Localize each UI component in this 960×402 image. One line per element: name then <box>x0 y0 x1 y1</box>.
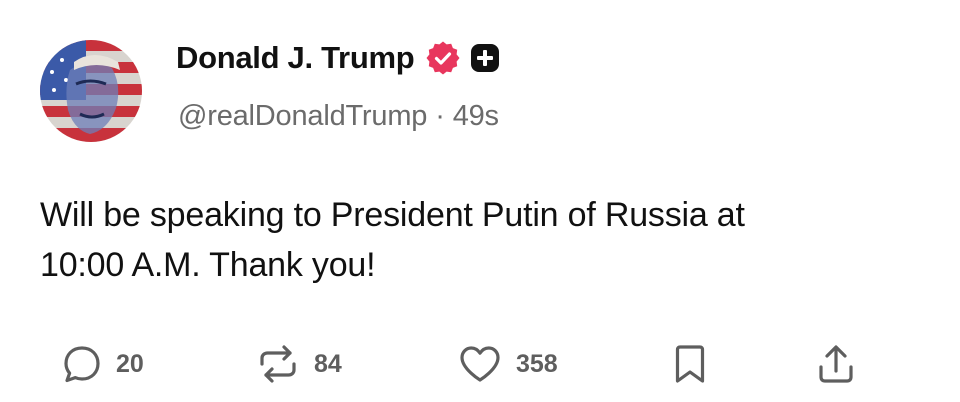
like-button[interactable]: 358 <box>458 336 558 392</box>
meta-separator: · <box>435 100 445 132</box>
post-text-line: Will be speaking to President Putin of R… <box>40 196 745 234</box>
reply-icon <box>64 346 100 383</box>
repost-count: 84 <box>314 349 342 378</box>
share-button[interactable] <box>816 336 856 392</box>
like-count: 358 <box>516 349 558 378</box>
post-body: Will be speaking to President Putin of R… <box>40 190 930 290</box>
bookmark-button[interactable] <box>672 336 708 392</box>
post-card: Donald J. Trump @realDonaldTrump · 49s Wil… <box>0 0 960 402</box>
author-meta: @realDonaldTrump · 49s <box>178 100 499 133</box>
author-handle[interactable]: @realDonaldTrump <box>178 100 427 132</box>
post-timestamp[interactable]: 49s <box>453 100 499 132</box>
avatar-image <box>40 40 142 142</box>
plus-icon <box>471 44 500 72</box>
avatar[interactable] <box>40 40 142 142</box>
repost-button[interactable]: 84 <box>256 336 342 392</box>
reply-button[interactable]: 20 <box>62 336 144 392</box>
bookmark-icon <box>675 345 705 383</box>
verified-badge-icon <box>426 41 460 75</box>
post-text-line: 10:00 A.M. Thank you! <box>40 246 376 284</box>
like-icon <box>460 346 500 382</box>
author-name-row: Donald J. Trump <box>176 38 500 78</box>
reply-count: 20 <box>116 349 144 378</box>
author-display-name[interactable]: Donald J. Trump <box>176 40 415 76</box>
action-bar: 20 84 358 <box>0 336 960 392</box>
share-icon <box>819 345 853 383</box>
repost-icon <box>260 345 296 383</box>
